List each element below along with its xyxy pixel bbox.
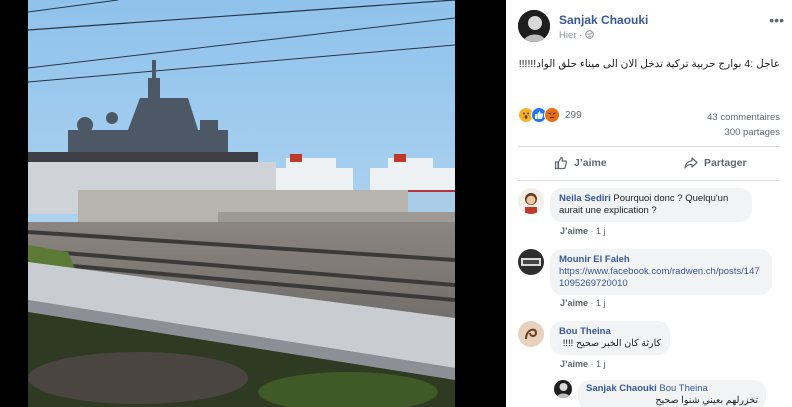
comment-bubble: Sanjak Chaouki Bou Theina تخزرلهم بعيني …: [578, 380, 766, 407]
commenter-name[interactable]: Bou Theina: [559, 326, 661, 338]
author-avatar[interactable]: [518, 10, 550, 42]
commenter-name[interactable]: Sanjak Chaouki: [586, 383, 657, 394]
post-text: عاجل :4 بوارج حربية تركية تدخل الان الى …: [518, 58, 780, 70]
shares-count-link[interactable]: 300 partages: [707, 125, 780, 140]
angry-reaction-icon: [544, 107, 560, 123]
comment-like-link[interactable]: J’aime: [560, 298, 588, 308]
comment-like-link[interactable]: J’aime: [560, 226, 588, 236]
harbor-scene-image: [28, 0, 455, 407]
profile-picture-icon: [518, 10, 550, 42]
comment-url-link[interactable]: https://www.facebook.com/radwen.ch/posts…: [559, 266, 763, 290]
reaction-count: 299: [565, 110, 582, 121]
post-stats: 43 commentaires 300 partages: [707, 110, 780, 140]
comment-bubble: Bou Theina كارثة كان الخبر صحيح !!!!: [550, 321, 670, 355]
comment-time[interactable]: 1 j: [596, 298, 606, 308]
commenter-avatar[interactable]: [518, 321, 544, 347]
comments-count-link[interactable]: 43 commentaires: [707, 110, 780, 125]
mentioned-user-link[interactable]: Bou Theina: [659, 383, 707, 394]
commenter-avatar[interactable]: [518, 188, 544, 214]
share-arrow-icon: [684, 157, 698, 169]
comment-text: كارثة كان الخبر صحيح !!!!: [562, 338, 661, 349]
commenter-name[interactable]: Mounir El Faleh: [559, 254, 763, 266]
more-options-icon[interactable]: •••: [769, 12, 784, 28]
comment-like-link[interactable]: J’aime: [560, 359, 588, 369]
comment-text: تخزرلهم بعيني شنوا صحيح: [655, 395, 758, 406]
divider: [518, 146, 780, 147]
comment-actions: J’aime · 1 j: [560, 226, 606, 236]
comment-bubble: Mounir El Faleh https://www.facebook.com…: [550, 249, 772, 295]
comment-actions: J’aime · 1 j: [560, 298, 606, 308]
commenter-avatar[interactable]: [554, 380, 572, 398]
post-author-name[interactable]: Sanjak Chaouki: [559, 13, 648, 27]
post-time[interactable]: Hier: [559, 30, 576, 41]
like-label: J’aime: [574, 157, 607, 169]
post-panel: Sanjak Chaouki Hier · ••• عاجل :4 بوارج …: [506, 0, 792, 407]
photo-viewer: Sanjak Chaouki Hier · ••• عاجل :4 بوارج …: [0, 0, 792, 407]
share-button[interactable]: Partager: [684, 156, 747, 170]
post-meta: Hier ·: [559, 30, 594, 41]
share-label: Partager: [704, 157, 747, 169]
commenter-name[interactable]: Neila Sediri: [559, 193, 611, 204]
divider: [518, 180, 780, 181]
post-header: Sanjak Chaouki Hier · •••: [518, 10, 786, 44]
comment-time[interactable]: 1 j: [596, 359, 606, 369]
comment-bubble: Neila Sediri Pourquoi donc ? Quelqu'un a…: [550, 188, 752, 222]
like-button[interactable]: J’aime: [554, 156, 607, 170]
thumbs-up-icon: [554, 156, 568, 170]
commenter-avatar[interactable]: [518, 249, 544, 275]
post-actions: J’aime Partager: [518, 152, 780, 178]
comment-time[interactable]: 1 j: [596, 226, 606, 236]
post-photo[interactable]: [28, 0, 455, 407]
globe-icon[interactable]: [585, 30, 594, 41]
comment-actions: J’aime · 1 j: [560, 359, 606, 369]
